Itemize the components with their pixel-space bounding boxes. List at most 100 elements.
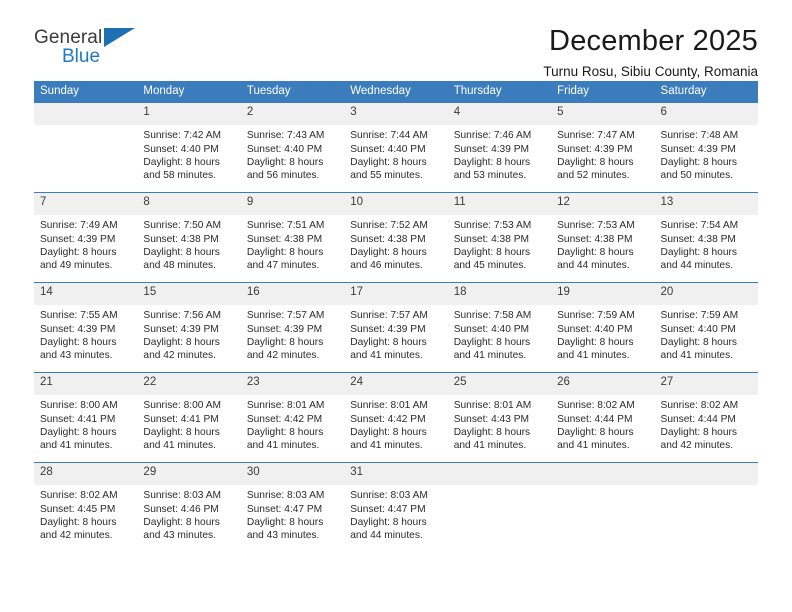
calendar-day-cell[interactable]: 11 Sunrise: 7:53 AM Sunset: 4:38 PM Dayligh…	[447, 192, 552, 283]
sunrise-text: Sunrise: 8:03 AM	[246, 490, 325, 502]
day-number: 22	[137, 373, 241, 396]
day-details: Sunrise: 7:55 AM Sunset: 4:39 PM Daylight:…	[34, 305, 137, 363]
sunset-text: Sunset: 4:47 PM	[350, 503, 426, 515]
day-number: 30	[240, 463, 345, 486]
sunrise-text: Sunrise: 7:57 AM	[350, 310, 428, 322]
sunset-text: Sunset: 4:39 PM	[453, 143, 530, 155]
calendar-day-cell[interactable]: 2 Sunrise: 7:43 AM Sunset: 4:40 PM Daylight…	[240, 103, 345, 193]
day-details: Sunrise: 8:03 AM Sunset: 4:47 PM Daylight:…	[241, 485, 344, 543]
calendar-day-cell[interactable]: 26 Sunrise: 8:02 AM Sunset: 4:44 PM Dayligh…	[551, 372, 655, 463]
sunset-text: Sunset: 4:43 PM	[453, 413, 530, 425]
sunset-text: Sunset: 4:40 PM	[143, 143, 219, 155]
daylight-text-line1: Daylight: 8 hours	[143, 247, 220, 259]
daylight-text-line2: and 43 minutes.	[143, 530, 216, 542]
calendar-day-cell[interactable]: 8 Sunrise: 7:50 AM Sunset: 4:38 PM Daylight…	[137, 192, 241, 283]
day-details: Sunrise: 7:57 AM Sunset: 4:39 PM Daylight:…	[241, 305, 344, 363]
sunrise-text: Sunrise: 8:03 AM	[350, 490, 428, 502]
daylight-text-line2: and 50 minutes.	[660, 170, 734, 182]
calendar-day-cell[interactable]: 12 Sunrise: 7:53 AM Sunset: 4:38 PM Dayligh…	[551, 192, 655, 283]
sunset-text: Sunset: 4:39 PM	[40, 323, 116, 335]
daylight-text-line1: Daylight: 8 hours	[143, 427, 220, 439]
daylight-text-line2: and 41 minutes.	[557, 440, 630, 452]
sunrise-text: Sunrise: 7:57 AM	[246, 310, 325, 322]
sunrise-text: Sunrise: 7:50 AM	[143, 220, 222, 232]
calendar-day-cell[interactable]: 9 Sunrise: 7:51 AM Sunset: 4:38 PM Daylight…	[240, 192, 345, 283]
daylight-text-line1: Daylight: 8 hours	[246, 337, 324, 349]
day-number: 26	[551, 373, 655, 396]
daylight-text-line2: and 41 minutes.	[557, 350, 630, 362]
calendar-day-cell[interactable]: 4 Sunrise: 7:46 AM Sunset: 4:39 PM Daylight…	[447, 103, 552, 193]
calendar-empty-cell	[654, 462, 758, 553]
day-number: 17	[344, 283, 448, 306]
sunrise-text: Sunrise: 8:01 AM	[350, 400, 428, 412]
sunrise-text: Sunrise: 8:01 AM	[453, 400, 532, 412]
daylight-text-line1: Daylight: 8 hours	[40, 337, 117, 349]
calendar-day-cell[interactable]: 24 Sunrise: 8:01 AM Sunset: 4:42 PM Dayligh…	[344, 372, 448, 463]
calendar-day-cell[interactable]: 30 Sunrise: 8:03 AM Sunset: 4:47 PM Dayligh…	[240, 462, 345, 553]
daylight-text-line1: Daylight: 8 hours	[660, 157, 737, 169]
weekday-header-sunday: Sunday	[34, 81, 138, 104]
sunrise-text: Sunrise: 7:46 AM	[453, 130, 532, 142]
calendar-day-cell[interactable]: 27 Sunrise: 8:02 AM Sunset: 4:44 PM Dayligh…	[654, 372, 758, 463]
calendar-day-cell[interactable]: 17 Sunrise: 7:57 AM Sunset: 4:39 PM Dayligh…	[344, 282, 448, 373]
day-number: 4	[447, 103, 552, 126]
weekday-header-tuesday: Tuesday	[240, 81, 345, 104]
day-number: 2	[240, 103, 345, 126]
daylight-text-line2: and 56 minutes.	[246, 170, 320, 182]
weekday-header-wednesday: Wednesday	[344, 81, 448, 104]
calendar-day-cell[interactable]: 18 Sunrise: 7:58 AM Sunset: 4:40 PM Dayligh…	[447, 282, 552, 373]
calendar-day-cell[interactable]: 22 Sunrise: 8:00 AM Sunset: 4:41 PM Dayligh…	[137, 372, 241, 463]
calendar-day-cell[interactable]: 5 Sunrise: 7:47 AM Sunset: 4:39 PM Daylight…	[551, 103, 655, 193]
calendar-day-cell[interactable]: 16 Sunrise: 7:57 AM Sunset: 4:39 PM Dayligh…	[240, 282, 345, 373]
calendar-empty-cell	[551, 462, 655, 553]
day-details: Sunrise: 7:47 AM Sunset: 4:39 PM Daylight:…	[551, 125, 654, 183]
daylight-text-line1: Daylight: 8 hours	[453, 427, 531, 439]
calendar-day-cell[interactable]: 20 Sunrise: 7:59 AM Sunset: 4:40 PM Dayligh…	[654, 282, 758, 373]
day-number: 3	[344, 103, 448, 126]
sunset-text: Sunset: 4:45 PM	[40, 503, 116, 515]
daylight-text-line2: and 46 minutes.	[350, 260, 423, 272]
daylight-text-line2: and 41 minutes.	[246, 440, 320, 452]
day-number: 29	[137, 463, 241, 486]
day-number	[34, 103, 138, 126]
sunrise-text: Sunrise: 8:00 AM	[40, 400, 118, 412]
calendar-day-cell[interactable]: 25 Sunrise: 8:01 AM Sunset: 4:43 PM Dayligh…	[447, 372, 552, 463]
daylight-text-line1: Daylight: 8 hours	[246, 157, 324, 169]
calendar-day-cell[interactable]: 14 Sunrise: 7:55 AM Sunset: 4:39 PM Dayligh…	[34, 282, 138, 373]
sunset-text: Sunset: 4:38 PM	[143, 233, 219, 245]
calendar-day-cell[interactable]: 6 Sunrise: 7:48 AM Sunset: 4:39 PM Daylight…	[654, 103, 758, 193]
sunrise-text: Sunrise: 8:02 AM	[660, 400, 739, 412]
daylight-text-line1: Daylight: 8 hours	[246, 517, 324, 529]
sunrise-text: Sunrise: 7:49 AM	[40, 220, 118, 232]
calendar-day-cell[interactable]: 13 Sunrise: 7:54 AM Sunset: 4:38 PM Dayligh…	[654, 192, 758, 283]
calendar-day-cell[interactable]: 29 Sunrise: 8:03 AM Sunset: 4:46 PM Dayligh…	[137, 462, 241, 553]
day-details: Sunrise: 8:02 AM Sunset: 4:45 PM Daylight:…	[34, 485, 137, 543]
logo-text-blue: Blue	[62, 46, 101, 67]
sunset-text: Sunset: 4:40 PM	[557, 323, 633, 335]
calendar-day-cell[interactable]: 7 Sunrise: 7:49 AM Sunset: 4:39 PM Daylight…	[34, 192, 138, 283]
calendar-day-cell[interactable]: 31 Sunrise: 8:03 AM Sunset: 4:47 PM Dayligh…	[344, 462, 448, 553]
calendar-day-cell[interactable]: 28 Sunrise: 8:02 AM Sunset: 4:45 PM Dayligh…	[34, 462, 138, 553]
day-details: Sunrise: 7:48 AM Sunset: 4:39 PM Daylight:…	[655, 125, 758, 183]
day-details: Sunrise: 8:01 AM Sunset: 4:43 PM Daylight:…	[448, 395, 551, 453]
daylight-text-line1: Daylight: 8 hours	[660, 247, 737, 259]
calendar-day-cell[interactable]: 15 Sunrise: 7:56 AM Sunset: 4:39 PM Dayligh…	[137, 282, 241, 373]
day-number: 31	[344, 463, 448, 486]
calendar-day-cell[interactable]: 3 Sunrise: 7:44 AM Sunset: 4:40 PM Daylight…	[344, 103, 448, 193]
sunset-text: Sunset: 4:40 PM	[246, 143, 323, 155]
calendar-day-cell[interactable]: 21 Sunrise: 8:00 AM Sunset: 4:41 PM Dayligh…	[34, 372, 138, 463]
daylight-text-line2: and 41 minutes.	[453, 350, 527, 362]
calendar-day-cell[interactable]: 10 Sunrise: 7:52 AM Sunset: 4:38 PM Dayligh…	[344, 192, 448, 283]
calendar-day-cell[interactable]: 23 Sunrise: 8:01 AM Sunset: 4:42 PM Dayligh…	[240, 372, 345, 463]
calendar-week-row: 1 Sunrise: 7:42 AM Sunset: 4:40 PM Daylight…	[34, 103, 758, 193]
daylight-text-line2: and 41 minutes.	[40, 440, 113, 452]
day-details: Sunrise: 8:00 AM Sunset: 4:41 PM Daylight:…	[34, 395, 137, 453]
weekday-header-friday: Friday	[551, 81, 655, 104]
calendar-day-cell[interactable]: 19 Sunrise: 7:59 AM Sunset: 4:40 PM Dayligh…	[551, 282, 655, 373]
daylight-text-line1: Daylight: 8 hours	[350, 337, 427, 349]
calendar-day-cell[interactable]: 1 Sunrise: 7:42 AM Sunset: 4:40 PM Daylight…	[137, 103, 241, 193]
day-number: 27	[654, 373, 758, 396]
daylight-text-line1: Daylight: 8 hours	[453, 247, 531, 259]
day-details: Sunrise: 7:59 AM Sunset: 4:40 PM Daylight:…	[655, 305, 758, 363]
daylight-text-line1: Daylight: 8 hours	[40, 427, 117, 439]
